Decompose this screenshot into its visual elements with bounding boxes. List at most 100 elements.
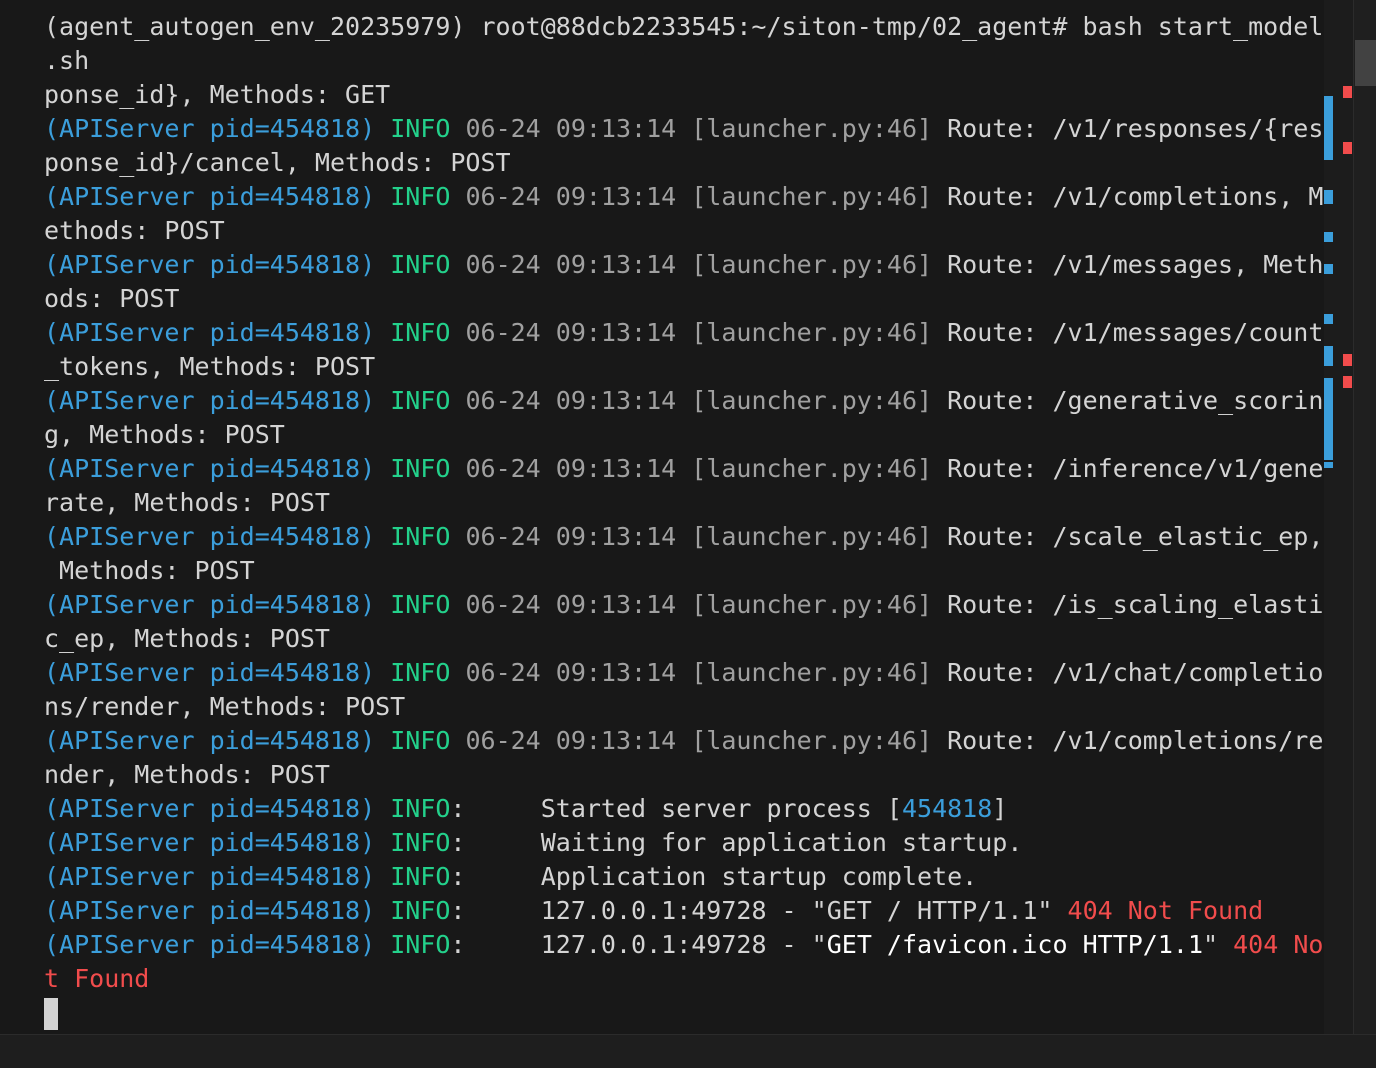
terminal-line: _tokens, Methods: POST xyxy=(44,350,1323,384)
terminal-text-segment: (APIServer pid=454818) xyxy=(44,182,376,211)
overview-ruler-mark xyxy=(1343,376,1352,388)
terminal-text-segment: ] xyxy=(992,794,1008,823)
terminal-text-segment: 06-24 09:13:14 [launcher.py:46] xyxy=(450,590,948,619)
terminal-text-segment: INFO xyxy=(390,386,451,415)
terminal-text-segment: 06-24 09:13:14 [launcher.py:46] xyxy=(450,454,948,483)
terminal-text-segment: 06-24 09:13:14 [launcher.py:46] xyxy=(450,386,948,415)
overview-ruler[interactable] xyxy=(1324,0,1353,1034)
terminal-text-segment: INFO xyxy=(390,590,451,619)
terminal-text-segment: INFO xyxy=(390,930,451,959)
terminal-text-segment: (APIServer pid=454818) xyxy=(44,828,376,857)
terminal-line: nder, Methods: POST xyxy=(44,758,1323,792)
terminal-text-segment: : 127.0.0.1:49728 - " xyxy=(450,930,827,959)
terminal-text-segment: (APIServer pid=454818) xyxy=(44,522,376,551)
terminal-text-segment: Route: /v1/completions, M xyxy=(947,182,1324,211)
terminal-text-segment: 06-24 09:13:14 [launcher.py:46] xyxy=(450,182,948,211)
terminal-line: .sh xyxy=(44,44,1323,78)
terminal-text-segment: (APIServer pid=454818) xyxy=(44,590,376,619)
terminal-text-segment: 404 Not Found xyxy=(1067,896,1264,925)
terminal-line: rate, Methods: POST xyxy=(44,486,1323,520)
terminal-text-segment: Route: /is_scaling_elasti xyxy=(947,590,1324,619)
terminal-line: (APIServer pid=454818) INFO 06-24 09:13:… xyxy=(44,724,1323,758)
overview-ruler-mark xyxy=(1324,232,1333,242)
terminal-line: (APIServer pid=454818) INFO 06-24 09:13:… xyxy=(44,452,1323,486)
overview-ruler-mark xyxy=(1343,86,1352,98)
terminal-line: (APIServer pid=454818) INFO 06-24 09:13:… xyxy=(44,656,1323,690)
terminal-text-segment: INFO xyxy=(390,250,451,279)
overview-ruler-mark xyxy=(1324,96,1333,160)
overview-ruler-mark xyxy=(1343,354,1352,366)
terminal-text-segment: 454818 xyxy=(901,794,993,823)
overview-ruler-mark xyxy=(1324,462,1333,468)
terminal-text-segment: ponse_id}/cancel, Methods: POST xyxy=(44,148,511,177)
terminal-line: (APIServer pid=454818) INFO: Started ser… xyxy=(44,792,1323,826)
terminal-line: ponse_id}, Methods: GET xyxy=(44,78,1323,112)
terminal-line: (APIServer pid=454818) INFO: 127.0.0.1:4… xyxy=(44,894,1323,928)
terminal-text-segment: INFO xyxy=(390,318,451,347)
terminal-text-segment: (APIServer pid=454818) xyxy=(44,658,376,687)
terminal-text-segment: (APIServer pid=454818) xyxy=(44,930,376,959)
terminal-output: (agent_autogen_env_20235979) root@88dcb2… xyxy=(44,10,1323,1030)
terminal-text-segment: INFO xyxy=(390,658,451,687)
terminal-prompt-line xyxy=(44,996,1323,1030)
overview-ruler-mark xyxy=(1343,142,1352,154)
terminal-text-segment: g, Methods: POST xyxy=(44,420,285,449)
terminal-text-segment: (APIServer pid=454818) xyxy=(44,794,376,823)
terminal-text-segment: .sh xyxy=(44,46,90,75)
terminal-text-segment: (APIServer pid=454818) xyxy=(44,896,376,925)
terminal-text-segment: : Application startup complete. xyxy=(450,862,978,891)
terminal-text-segment: 06-24 09:13:14 [launcher.py:46] xyxy=(450,250,948,279)
terminal-line: ns/render, Methods: POST xyxy=(44,690,1323,724)
terminal-text-segment: (APIServer pid=454818) xyxy=(44,726,376,755)
terminal-text-segment: ponse_id}, Methods: GET xyxy=(44,80,391,109)
terminal-line: ethods: POST xyxy=(44,214,1323,248)
bottom-bar xyxy=(0,1034,1376,1068)
terminal-cursor xyxy=(44,998,58,1030)
scrollbar-thumb[interactable] xyxy=(1355,40,1376,86)
terminal-line: (APIServer pid=454818) INFO 06-24 09:13:… xyxy=(44,588,1323,622)
terminal-text-segment: c_ep, Methods: POST xyxy=(44,624,330,653)
terminal-line: (APIServer pid=454818) INFO: Application… xyxy=(44,860,1323,894)
overview-ruler-mark xyxy=(1324,346,1333,366)
terminal-text-segment: INFO xyxy=(390,454,451,483)
terminal-text-segment: 06-24 09:13:14 [launcher.py:46] xyxy=(450,522,948,551)
terminal-line: t Found xyxy=(44,962,1323,996)
terminal-text-segment: (APIServer pid=454818) xyxy=(44,862,376,891)
terminal-line: Methods: POST xyxy=(44,554,1323,588)
terminal-text-segment: Route: /inference/v1/gene xyxy=(947,454,1324,483)
terminal-line: (APIServer pid=454818) INFO 06-24 09:13:… xyxy=(44,248,1323,282)
terminal-text-segment: (APIServer pid=454818) xyxy=(44,114,376,143)
terminal-line: (APIServer pid=454818) INFO 06-24 09:13:… xyxy=(44,316,1323,350)
terminal-line: ponse_id}/cancel, Methods: POST xyxy=(44,146,1323,180)
overview-ruler-mark xyxy=(1324,190,1333,204)
terminal-line: c_ep, Methods: POST xyxy=(44,622,1323,656)
terminal-text-segment: (APIServer pid=454818) xyxy=(44,454,376,483)
terminal-text-segment: rate, Methods: POST xyxy=(44,488,330,517)
terminal-panel[interactable]: (agent_autogen_env_20235979) root@88dcb2… xyxy=(0,0,1324,1034)
terminal-line: (agent_autogen_env_20235979) root@88dcb2… xyxy=(44,10,1323,44)
vertical-scrollbar[interactable] xyxy=(1353,0,1376,1034)
terminal-text-segment: INFO xyxy=(390,522,451,551)
terminal-text-segment: Route: /generative_scorin xyxy=(947,386,1324,415)
terminal-text-segment: ods: POST xyxy=(44,284,180,313)
terminal-text-segment: _tokens, Methods: POST xyxy=(44,352,376,381)
terminal-text-segment: Route: /v1/messages/count xyxy=(947,318,1324,347)
terminal-text-segment: (APIServer pid=454818) xyxy=(44,386,376,415)
terminal-text-segment: : 127.0.0.1:49728 - "GET / HTTP/1.1" xyxy=(450,896,1068,925)
terminal-text-segment: ethods: POST xyxy=(44,216,225,245)
terminal-text-segment: (APIServer pid=454818) xyxy=(44,318,376,347)
overview-ruler-mark xyxy=(1324,264,1333,274)
terminal-text-segment: Route: /v1/completions/re xyxy=(947,726,1324,755)
